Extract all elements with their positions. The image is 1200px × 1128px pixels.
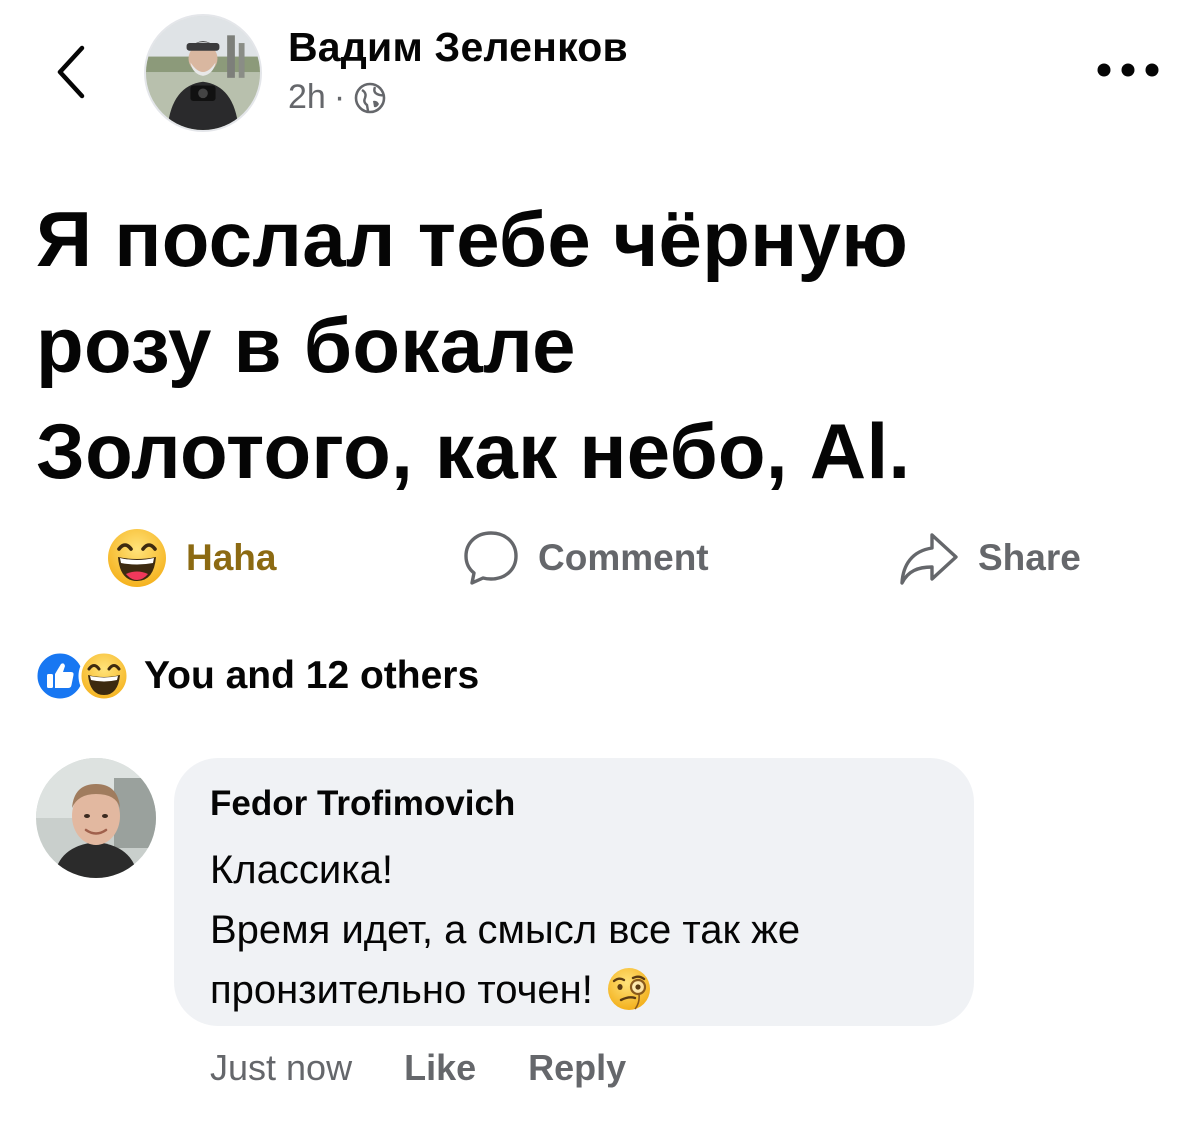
commenter-photo [36, 758, 156, 878]
haha-emoji-icon [108, 529, 166, 587]
comment-text-line: пронзительно точен! [210, 968, 593, 1012]
comment-like-button[interactable]: Like [404, 1047, 476, 1089]
post-meta: 2h · [288, 78, 387, 117]
globe-icon [354, 82, 386, 113]
commenter-avatar[interactable] [36, 758, 156, 878]
post-timestamp[interactable]: 2h [288, 78, 326, 117]
post-text: Я послал тебе чёрную розу в бокале Золот… [36, 186, 1156, 504]
haha-reaction-icon [78, 650, 130, 702]
back-button[interactable] [48, 42, 98, 102]
post-text-line: розу в бокале [36, 301, 576, 389]
comment-text-line: Классика! [210, 848, 393, 892]
comment-text: Классика! Время идет, а смысл все так же… [210, 840, 938, 1020]
reaction-icons [34, 650, 130, 702]
share-arrow-icon [900, 533, 958, 585]
author-avatar[interactable] [144, 14, 262, 132]
share-button[interactable]: Share [898, 522, 1081, 594]
comment-footer: Just now Like Reply [210, 1040, 626, 1096]
post-text-line: Золотого, как небо, Аl. [36, 407, 911, 495]
more-horizontal-icon[interactable] [1096, 58, 1160, 82]
haha-label: Haha [186, 537, 277, 578]
author-name[interactable]: Вадим Зеленков [288, 24, 628, 71]
share-label: Share [978, 537, 1081, 578]
haha-reaction-button[interactable]: Haha [106, 522, 276, 594]
comment-bubble-icon [464, 531, 518, 585]
meta-separator: · [333, 78, 346, 116]
comment-label: Comment [538, 537, 709, 578]
comment-time: Just now [210, 1047, 353, 1088]
commenter-name[interactable]: Fedor Trofimovich [210, 782, 938, 826]
reactions-summary[interactable]: You and 12 others [34, 650, 479, 702]
comment-button[interactable]: Comment [462, 522, 709, 594]
comment-text-line-last: пронзительно точен! [210, 960, 938, 1020]
chevron-left-icon [57, 45, 85, 99]
post-action-bar: Haha Comment Share [0, 522, 1200, 594]
face-with-monocle-icon [607, 968, 650, 1010]
comment-bubble[interactable]: Fedor Trofimovich Классика! Время идет, … [174, 758, 974, 1026]
comment-text-line: Время идет, а смысл все так же [210, 908, 801, 952]
comment-reply-button[interactable]: Reply [528, 1047, 626, 1089]
post-text-line: Я послал тебе чёрную [36, 195, 909, 283]
author-photo [146, 16, 260, 130]
reactions-summary-text: You and 12 others [144, 654, 480, 697]
